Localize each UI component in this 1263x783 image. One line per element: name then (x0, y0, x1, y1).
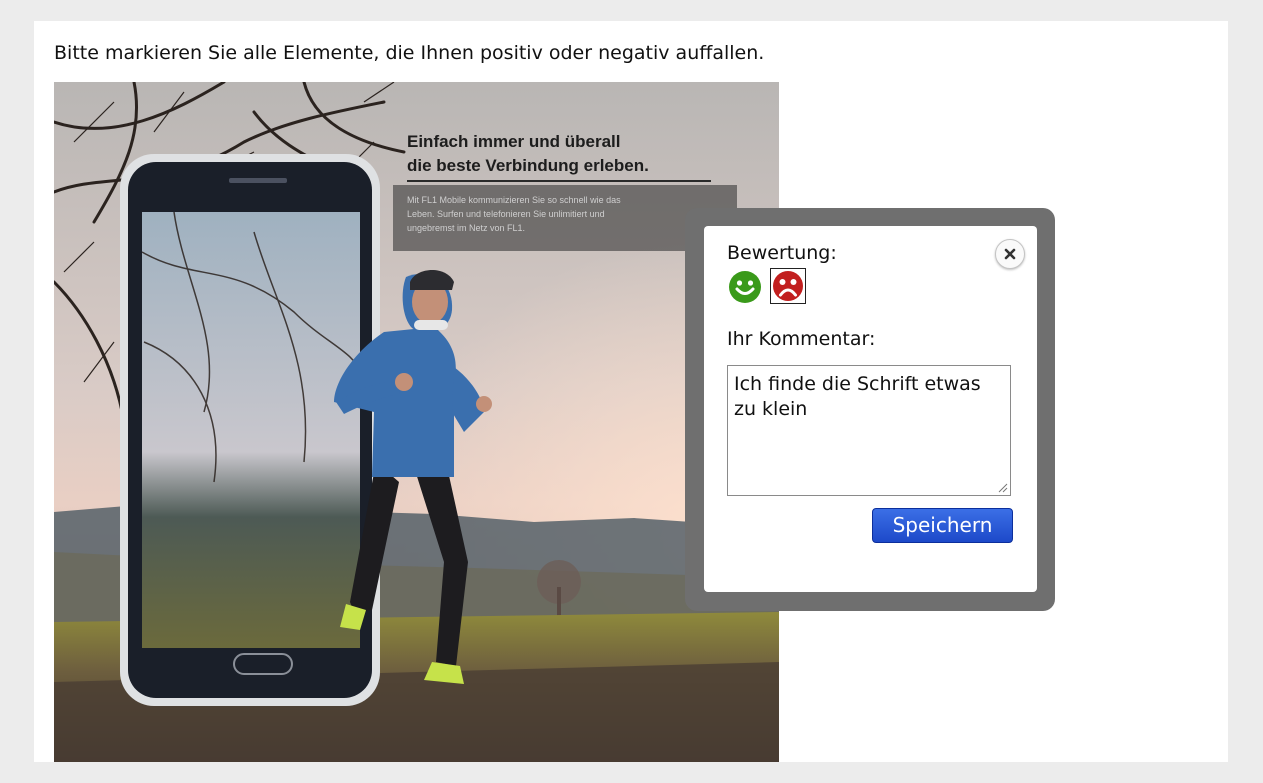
ad-headline-divider (407, 180, 711, 182)
ad-body-line3: ungebremst im Netz von FL1. (407, 223, 526, 233)
instruction-text: Bitte markieren Sie alle Elemente, die I… (54, 42, 765, 64)
ad-photo (54, 82, 779, 762)
ad-body-line2: Leben. Surfen und telefonieren Sie unlim… (407, 209, 605, 219)
rating-label: Bewertung: (727, 242, 837, 264)
comment-textarea[interactable]: Ich finde die Schrift etwas zu klein (727, 365, 1011, 496)
resize-grip-icon[interactable] (997, 482, 1008, 493)
ad-headline-line1: Einfach immer und überall (407, 132, 621, 151)
rating-negative-button[interactable] (770, 268, 806, 304)
rating-positive-button[interactable] (728, 270, 762, 304)
ad-headline-line2: die beste Verbindung erleben. (407, 156, 649, 175)
ad-body-line1: Mit FL1 Mobile kommunizieren Sie so schn… (407, 195, 621, 205)
close-icon (1004, 248, 1016, 260)
comment-label: Ihr Kommentar: (727, 328, 876, 350)
ad-headline[interactable]: Einfach immer und überall die beste Verb… (407, 130, 649, 178)
smiley-positive-icon (729, 271, 761, 303)
ad-image[interactable] (54, 82, 779, 762)
ad-body-text: Mit FL1 Mobile kommunizieren Sie so schn… (407, 193, 707, 235)
smiley-negative-icon (773, 271, 803, 301)
close-button[interactable] (995, 239, 1025, 269)
save-button[interactable]: Speichern (872, 508, 1013, 543)
